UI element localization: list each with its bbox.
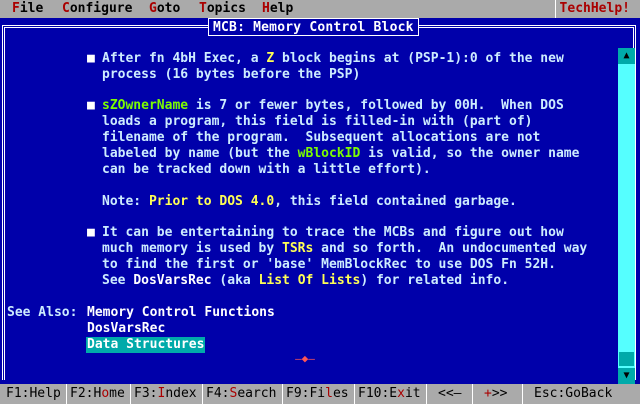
text-line: sZOwnerName is 7 or fewer bytes, followe… (102, 98, 564, 113)
menu-bar: File Configure Goto Topics Help TechHelp… (0, 0, 640, 18)
text-line: labeled by name (but the wBlockID is val… (102, 146, 580, 161)
prev-topic-button[interactable]: <<– (438, 386, 461, 402)
menu-help-label: elp (269, 1, 294, 16)
scroll-thumb[interactable] (619, 352, 634, 366)
bullet-icon: ■ (87, 98, 95, 113)
separator (282, 384, 283, 404)
menu-topics-label: opics (206, 1, 246, 16)
text-line: loads a program, this field is filled-in… (102, 114, 533, 129)
menu-goto-hotkey: G (149, 1, 157, 16)
text-line: process (16 bytes before the PSP) (102, 67, 361, 82)
note-highlight: Prior to DOS 4.0 (148, 194, 275, 209)
text-line: much memory is used by TSRs and so forth… (102, 241, 588, 256)
menu-configure[interactable]: Configure (62, 1, 132, 17)
separator (426, 384, 427, 404)
f2-home-button[interactable]: F2:Home (70, 386, 125, 402)
hl-term: List Of Lists (258, 273, 361, 288)
scroll-position-marker: –◆– (295, 352, 315, 365)
text-line: can be tracked down with a little effort… (102, 162, 431, 177)
scroll-down-arrow-icon[interactable]: ▼ (618, 368, 635, 384)
link-wblockid[interactable]: wBlockID (298, 146, 361, 161)
text-line: It can be entertaining to trace the MCBs… (102, 225, 564, 240)
f4-search-button[interactable]: F4:Search (206, 386, 276, 402)
note-line: Note: Prior to DOS 4.0, this field conta… (102, 194, 517, 209)
menu-file-hotkey: F (12, 1, 20, 16)
link-szownername[interactable]: sZOwnerName (102, 98, 188, 113)
next-topic-button[interactable]: +>> (484, 386, 507, 402)
vertical-scrollbar[interactable]: ▲ ▼ (618, 48, 635, 384)
menu-file-label: ile (19, 1, 44, 16)
menu-file[interactable]: File (12, 1, 43, 17)
bullet-icon: ■ (87, 225, 95, 240)
see-also-link-data-structures[interactable]: Data Structures (86, 337, 206, 353)
menu-topics-hotkey: T (199, 1, 207, 16)
text-line: filename of the program. Subsequent allo… (102, 130, 541, 145)
separator (202, 384, 203, 404)
scroll-up-arrow-icon[interactable]: ▲ (618, 48, 635, 64)
esc-goback-button[interactable]: Esc:GoBack (534, 386, 612, 402)
menu-configure-label: onfigure (69, 1, 133, 16)
separator (66, 384, 67, 404)
separator (522, 384, 523, 404)
f10-exit-button[interactable]: F10:Exit (358, 386, 421, 402)
help-window: MCB: Memory Control Block ■ After fn 4bH… (0, 18, 640, 384)
menu-goto-label: oto (156, 1, 181, 16)
link-dosvarsrec-inline[interactable]: DosVarsRec (133, 273, 211, 288)
separator (130, 384, 131, 404)
bullet-icon: ■ (87, 51, 95, 66)
hl-term: TSRs (282, 241, 314, 256)
menu-help-hotkey: H (262, 1, 270, 16)
menu-configure-hotkey: C (62, 1, 70, 16)
text-line: See DosVarsRec (aka List Of Lists) for r… (102, 273, 510, 288)
menu-topics[interactable]: Topics (199, 1, 246, 17)
separator (354, 384, 355, 404)
text-line: to find the first or 'base' MemBlockRec … (102, 257, 556, 272)
see-also-link-dosvarsrec[interactable]: DosVarsRec (86, 321, 166, 337)
see-also-link-memory-control-functions[interactable]: Memory Control Functions (86, 305, 276, 321)
help-content: ■ After fn 4bH Exec, a Z block begins at… (0, 18, 615, 384)
app-brand: TechHelp! (554, 0, 634, 18)
separator (472, 384, 473, 404)
see-also-label: See Also: (7, 305, 78, 320)
f9-files-button[interactable]: F9:Files (286, 386, 349, 402)
menu-help[interactable]: Help (262, 1, 293, 17)
text-line: After fn 4bH Exec, a Z block begins at (… (102, 51, 564, 66)
function-key-bar: F1:Help F2:Home F3:Index F4:Search F9:Fi… (0, 384, 640, 404)
f3-index-button[interactable]: F3:Index (134, 386, 197, 402)
f1-help-button[interactable]: F1:Help (6, 386, 61, 402)
menu-goto[interactable]: Goto (149, 1, 180, 17)
